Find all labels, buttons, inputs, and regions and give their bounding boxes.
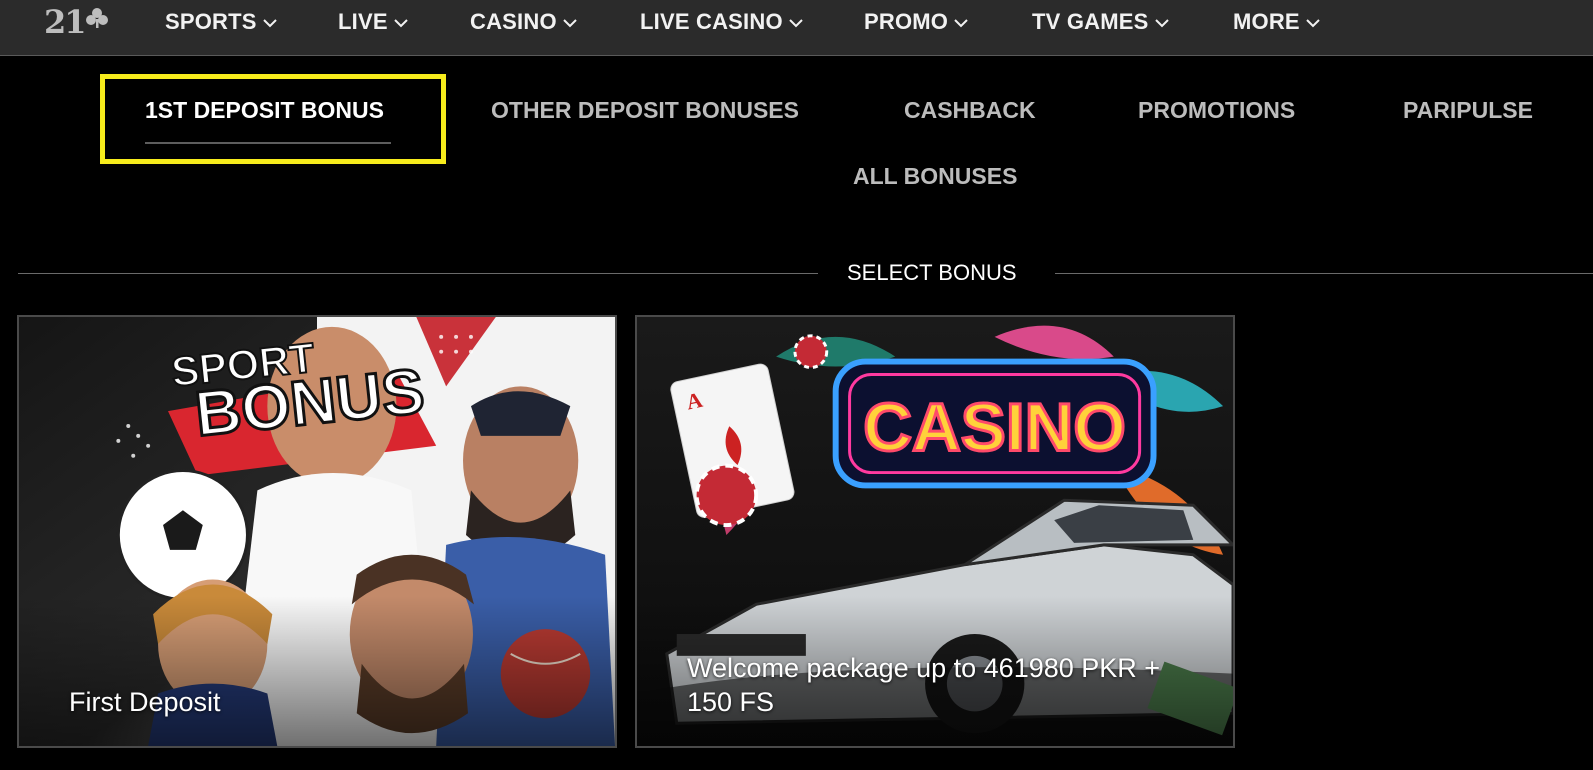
card-shade <box>19 596 615 746</box>
divider-right <box>1055 273 1593 274</box>
nav-tv-games[interactable]: TV GAMES <box>1032 8 1169 36</box>
chevron-down-icon <box>954 18 968 27</box>
active-tab-underline <box>145 142 391 144</box>
nav-promo-label: PROMO <box>864 9 949 34</box>
card-title: Welcome package up to 461980 PKR + 150 F… <box>687 653 1161 717</box>
card-title: First Deposit <box>69 687 221 717</box>
top-navigation-bar: 21 SPORTS LIVE CASINO LIVE CASINO PROMO … <box>0 0 1593 56</box>
nav-live-casino-label: LIVE CASINO <box>640 9 783 34</box>
tab-all-bonuses[interactable]: ALL BONUSES <box>853 163 1017 190</box>
bonus-card-welcome-package[interactable]: A CASINO Welcome package up to 461980 PK… <box>635 315 1235 748</box>
tab-paripulse[interactable]: PARIPULSE <box>1403 97 1533 124</box>
nav-live-casino[interactable]: LIVE CASINO <box>640 8 803 36</box>
casino-sign-text: CASINO <box>863 391 1126 466</box>
tab-other-deposit-bonuses[interactable]: OTHER DEPOSIT BONUSES <box>491 97 799 124</box>
clover-icon <box>85 8 108 28</box>
chevron-down-icon <box>1306 18 1320 27</box>
chevron-down-icon <box>393 18 408 27</box>
nav-sports-label: SPORTS <box>165 9 257 34</box>
bonus-card-first-deposit[interactable]: SPORT BONUS First Deposit <box>17 315 617 748</box>
logo-number: 21 <box>44 3 87 41</box>
tab-promotions[interactable]: PROMOTIONS <box>1138 97 1295 124</box>
nav-live-label: LIVE <box>338 9 388 34</box>
nav-sports[interactable]: SPORTS <box>165 8 277 36</box>
nav-more[interactable]: MORE <box>1233 8 1320 36</box>
nav-live[interactable]: LIVE <box>338 8 408 36</box>
chevron-down-icon <box>789 18 803 27</box>
site-logo[interactable]: 21 <box>44 3 108 41</box>
chevron-down-icon <box>262 18 277 27</box>
nav-more-label: MORE <box>1233 9 1300 34</box>
nav-casino[interactable]: CASINO <box>470 8 577 36</box>
chevron-down-icon <box>563 18 577 27</box>
divider-left <box>18 273 818 274</box>
chevron-down-icon <box>1154 18 1169 27</box>
tab-cashback[interactable]: CASHBACK <box>904 97 1036 124</box>
section-title: SELECT BONUS <box>847 260 1017 285</box>
nav-casino-label: CASINO <box>470 9 557 34</box>
tab-1st-deposit-bonus[interactable]: 1ST DEPOSIT BONUS <box>145 97 384 124</box>
nav-tv-games-label: TV GAMES <box>1032 9 1149 34</box>
nav-promo[interactable]: PROMO <box>864 8 968 36</box>
